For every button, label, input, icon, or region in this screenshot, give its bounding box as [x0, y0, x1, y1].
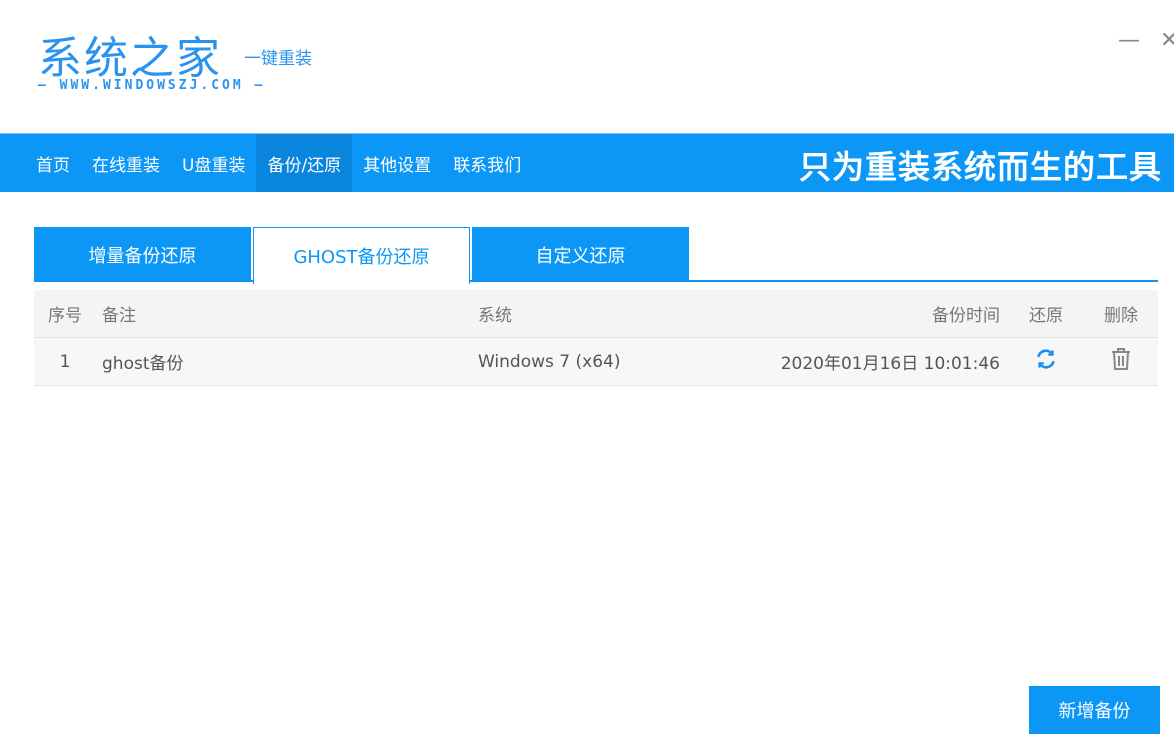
main-nav: 首页 在线重装 U盘重装 备份/还原 其他设置 联系我们 只为重装系统而生的工具 [0, 133, 1174, 192]
table-row: 1 ghost备份 Windows 7 (x64) 2020年01月16日 10… [34, 338, 1158, 386]
header-delete: 删除 [1104, 306, 1138, 326]
cell-system: Windows 7 (x64) [478, 351, 621, 372]
header-note: 备注 [102, 306, 136, 326]
tab-custom-restore[interactable]: 自定义还原 [472, 227, 689, 282]
nav-other-settings[interactable]: 其他设置 [352, 134, 442, 192]
tab-bar: 增量备份还原 GHOST备份还原 自定义还原 [34, 227, 1158, 284]
cell-time: 2020年01月16日 10:01:46 [780, 354, 1000, 374]
logo-subtitle: 一键重装 [244, 49, 312, 69]
logo-title: 系统之家 [38, 33, 222, 84]
nav-usb-reinstall[interactable]: U盘重装 [171, 134, 256, 192]
close-button[interactable]: ✕ [1160, 28, 1174, 53]
nav-home[interactable]: 首页 [0, 134, 81, 192]
tab-incremental-backup[interactable]: 增量备份还原 [34, 227, 251, 282]
header-system: 系统 [478, 306, 512, 326]
header-time: 备份时间 [932, 306, 1000, 326]
cell-note: ghost备份 [102, 354, 184, 374]
nav-online-reinstall[interactable]: 在线重装 [81, 134, 171, 192]
trash-icon[interactable] [1109, 346, 1133, 377]
nav-contact[interactable]: 联系我们 [442, 134, 532, 192]
cell-index: 1 [59, 351, 71, 372]
nav-backup-restore[interactable]: 备份/还原 [256, 134, 353, 192]
new-backup-button[interactable]: 新增备份 [1029, 686, 1160, 734]
header-restore: 还原 [1029, 306, 1063, 326]
restore-icon[interactable] [1033, 346, 1059, 377]
slogan: 只为重装系统而生的工具 [798, 148, 1162, 186]
header-index: 序号 [48, 306, 82, 326]
logo-url: — WWW.WINDOWSZJ.COM — [38, 78, 266, 93]
backup-table: 序号 备注 系统 备份时间 还原 删除 1 ghost备份 Windows 7 … [34, 290, 1158, 386]
table-header: 序号 备注 系统 备份时间 还原 删除 [34, 290, 1158, 338]
logo: 系统之家 一键重装 — WWW.WINDOWSZJ.COM — [38, 22, 312, 93]
tab-ghost-backup[interactable]: GHOST备份还原 [253, 227, 470, 284]
minimize-button[interactable]: — [1118, 28, 1140, 53]
